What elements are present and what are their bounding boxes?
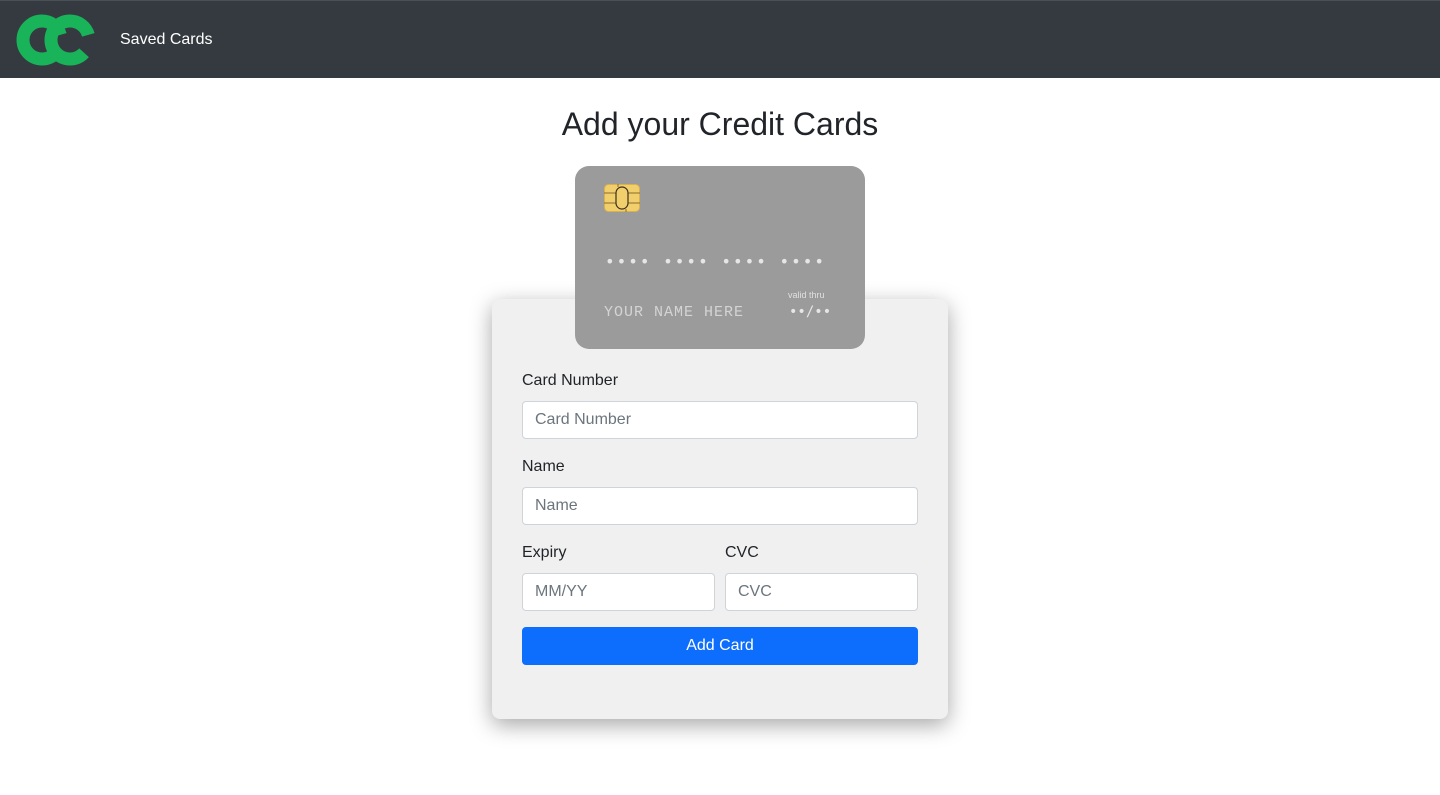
add-card-button[interactable]: Add Card bbox=[522, 627, 918, 665]
card-number-label: Card Number bbox=[522, 372, 619, 389]
cvc-label: CVC bbox=[725, 544, 759, 561]
valid-thru-label: valid thru bbox=[788, 290, 825, 300]
card-expiry-display: ••/•• bbox=[789, 304, 832, 320]
page-title: Add your Credit Cards bbox=[561, 106, 879, 142]
card-name-display: YOUR NAME HERE bbox=[604, 304, 745, 321]
cc-logo-icon[interactable] bbox=[16, 14, 96, 66]
name-label: Name bbox=[522, 458, 565, 475]
expiry-input[interactable] bbox=[522, 573, 715, 611]
card-chip-icon bbox=[604, 184, 640, 212]
card-number-display: •••• •••• •••• •••• bbox=[605, 252, 827, 271]
expiry-label: Expiry bbox=[522, 544, 567, 561]
credit-card-preview: •••• •••• •••• •••• YOUR NAME HERE valid… bbox=[575, 166, 865, 349]
card-number-input[interactable] bbox=[522, 401, 918, 439]
top-navbar: Saved Cards bbox=[0, 0, 1440, 78]
name-input[interactable] bbox=[522, 487, 918, 525]
cvc-input[interactable] bbox=[725, 573, 918, 611]
nav-link-saved-cards[interactable]: Saved Cards bbox=[120, 30, 213, 50]
